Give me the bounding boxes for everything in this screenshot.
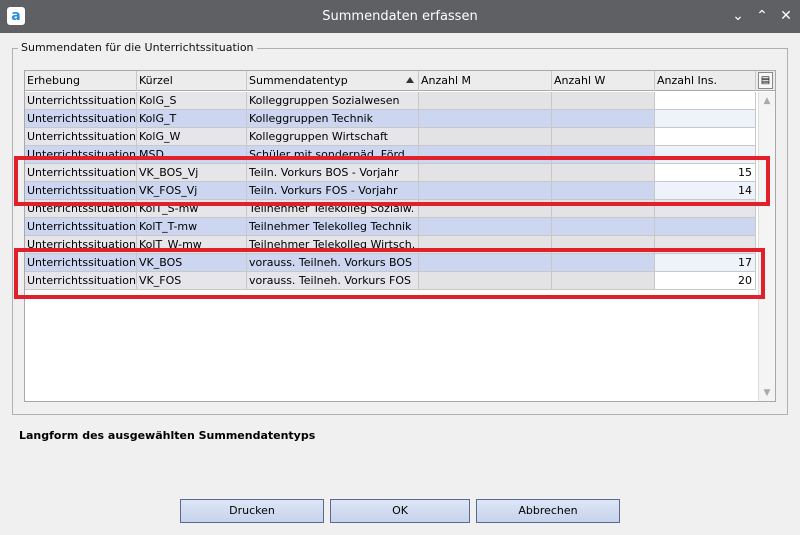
cell-anzahl-w [552,128,655,146]
table-row[interactable]: Unterrichtssituation KolG_S Kolleggruppe… [25,92,756,110]
table-header: Erhebung Kürzel Summendatentyp Anzahl M … [25,71,775,91]
cell-anzahl-ins[interactable] [655,92,756,110]
column-chooser-icon: ▤ [760,75,771,86]
scroll-up-icon[interactable]: ▲ [762,96,772,106]
cell-anzahl-ins[interactable] [655,128,756,146]
cell-kuerzel: KolG_W [137,128,247,146]
close-button[interactable]: ✕ [777,7,795,25]
print-button[interactable]: Drucken [180,499,324,523]
highlight-box-vorjahr [14,156,770,206]
column-header-anzahl-m[interactable]: Anzahl M [419,71,552,91]
cell-erhebung: Unterrichtssituation [25,110,137,128]
cell-anzahl-m [419,218,552,236]
ok-button[interactable]: OK [330,499,470,523]
cell-anzahl-ins [655,218,756,236]
table-row[interactable]: Unterrichtssituation KolG_T Kolleggruppe… [25,110,756,128]
close-icon: ✕ [780,8,792,24]
sort-ascending-icon [406,77,414,83]
cell-kuerzel: KolG_S [137,92,247,110]
window-title: Summendaten erfassen [322,9,478,24]
maximize-button[interactable]: ⌃ [753,7,771,25]
cell-anzahl-w [552,92,655,110]
cell-erhebung: Unterrichtssituation [25,218,137,236]
column-header-anzahl-ins[interactable]: Anzahl Ins. [655,71,756,91]
cell-typ: Kolleggruppen Technik [247,110,419,128]
column-header-kuerzel[interactable]: Kürzel [137,71,247,91]
chevron-down-icon: ⌄ [732,8,744,24]
group-label: Summendaten für die Unterrichtssituation [18,41,257,54]
cell-anzahl-m [419,110,552,128]
highlight-box-vorkurs [14,248,765,299]
cell-anzahl-ins[interactable] [655,110,756,128]
column-header-anzahl-w[interactable]: Anzahl W [552,71,655,91]
vertical-scrollbar[interactable]: ▲ ▼ [758,92,775,401]
cell-kuerzel: KolG_T [137,110,247,128]
cell-anzahl-m [419,92,552,110]
cancel-button[interactable]: Abbrechen [476,499,620,523]
cell-typ: Kolleggruppen Wirtschaft [247,128,419,146]
scroll-down-icon[interactable]: ▼ [762,388,772,398]
column-chooser-button[interactable]: ▤ [758,72,773,89]
cell-anzahl-w [552,218,655,236]
table-row[interactable]: Unterrichtssituation KolG_W Kolleggruppe… [25,128,756,146]
cell-typ: Kolleggruppen Sozialwesen [247,92,419,110]
title-bar: a Summendaten erfassen ⌄ ⌃ ✕ [0,0,800,33]
column-header-erhebung[interactable]: Erhebung [25,71,137,91]
cell-typ: Teilnehmer Telekolleg Technik [247,218,419,236]
column-header-summendatentyp[interactable]: Summendatentyp [247,71,419,91]
cell-anzahl-w [552,110,655,128]
cell-erhebung: Unterrichtssituation [25,92,137,110]
cell-erhebung: Unterrichtssituation [25,128,137,146]
cell-anzahl-m [419,128,552,146]
longform-label: Langform des ausgewählten Summendatentyp… [19,429,316,442]
minimize-button[interactable]: ⌄ [729,7,747,25]
cell-kuerzel: KolT_T-mw [137,218,247,236]
table-row[interactable]: Unterrichtssituation KolT_T-mw Teilnehme… [25,218,756,236]
column-header-label: Summendatentyp [249,74,348,87]
chevron-up-icon: ⌃ [756,8,768,24]
summendaten-table: Erhebung Kürzel Summendatentyp Anzahl M … [24,70,776,402]
